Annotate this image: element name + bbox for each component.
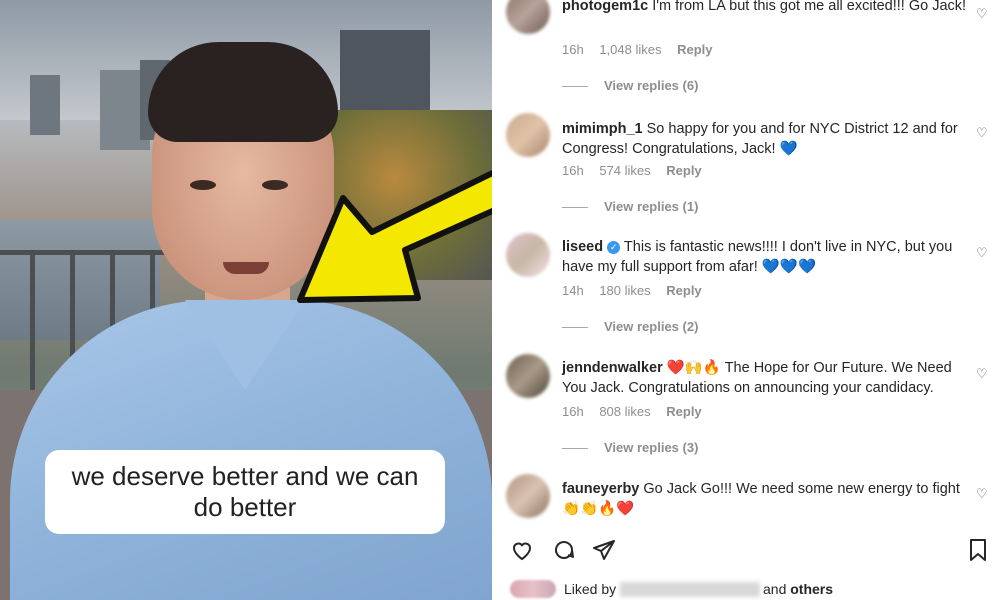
- like-heart-icon[interactable]: ♡: [976, 126, 990, 140]
- comments-panel: photogem1c I'm from LA but this got me a…: [492, 0, 1000, 600]
- comment-username[interactable]: liseed: [562, 239, 603, 255]
- blurred-username[interactable]: [620, 582, 760, 597]
- comment-text: fauneyerby Go Jack Go!!! We need some ne…: [562, 479, 967, 519]
- bookmark-icon[interactable]: [964, 538, 992, 566]
- comment-text: jenndenwalker ❤️🙌🔥 The Hope for Our Futu…: [562, 358, 967, 398]
- avatar[interactable]: [506, 0, 550, 34]
- post-action-bar: [492, 538, 1000, 568]
- liker-avatars[interactable]: [510, 580, 556, 598]
- like-heart-icon[interactable]: ♡: [976, 246, 990, 260]
- reply-link[interactable]: Reply: [666, 163, 701, 178]
- comment-username[interactable]: fauneyerby: [562, 481, 639, 497]
- comment-username[interactable]: mimimph_1: [562, 121, 643, 137]
- comment-text: liseed ✓ This is fantastic news!!!! I do…: [562, 237, 967, 277]
- comment-time: 16h: [562, 163, 584, 178]
- comment-time: 16h: [562, 42, 584, 57]
- comment-text: mimimph_1 So happy for you and for NYC D…: [562, 119, 967, 159]
- like-heart-icon[interactable]: ♡: [976, 487, 990, 501]
- view-replies-link[interactable]: View replies (1): [562, 199, 698, 214]
- liked-by-suffix-text[interactable]: and others: [763, 581, 833, 597]
- comment-meta: 16h 808 likes Reply: [562, 404, 714, 419]
- comment-username[interactable]: jenndenwalker: [562, 360, 663, 376]
- view-replies-link[interactable]: View replies (3): [562, 440, 698, 455]
- comment-time: 14h: [562, 283, 584, 298]
- like-heart-icon[interactable]: ♡: [976, 7, 990, 21]
- liked-by-row: Liked by and others: [492, 578, 1000, 600]
- comment-meta: 16h 574 likes Reply: [562, 163, 714, 178]
- comment-time: 16h: [562, 404, 584, 419]
- reply-link[interactable]: Reply: [666, 283, 701, 298]
- reply-link[interactable]: Reply: [677, 42, 712, 57]
- comment-likes[interactable]: 574 likes: [599, 163, 650, 178]
- avatar[interactable]: [506, 354, 550, 398]
- avatar[interactable]: [506, 113, 550, 157]
- avatar[interactable]: [506, 474, 550, 518]
- comment-likes[interactable]: 808 likes: [599, 404, 650, 419]
- comment-likes[interactable]: 180 likes: [599, 283, 650, 298]
- liked-by-prefix: Liked by: [564, 581, 617, 597]
- comment-username[interactable]: photogem1c: [562, 0, 648, 14]
- view-replies-link[interactable]: View replies (2): [562, 319, 698, 334]
- comment-text: photogem1c I'm from LA but this got me a…: [562, 0, 967, 16]
- heart-outline-icon[interactable]: [508, 538, 536, 566]
- screenshot-composite: we deserve better and we can do better p…: [0, 0, 1000, 600]
- like-heart-icon[interactable]: ♡: [976, 367, 990, 381]
- avatar[interactable]: [506, 233, 550, 277]
- view-replies-link[interactable]: View replies (6): [562, 78, 698, 93]
- comment-bubble-icon[interactable]: [550, 538, 578, 566]
- reply-link[interactable]: Reply: [666, 404, 701, 419]
- comment-likes[interactable]: 1,048 likes: [599, 42, 661, 57]
- comment-meta: 14h 180 likes Reply: [562, 283, 714, 298]
- others-link[interactable]: others: [790, 581, 833, 597]
- comment-body: This is fantastic news!!!! I don't live …: [562, 239, 953, 275]
- comment-meta: 16h 1,048 likes Reply: [562, 42, 725, 57]
- paper-plane-icon[interactable]: [590, 538, 618, 566]
- verified-badge-icon: ✓: [607, 240, 621, 254]
- comment-body: I'm from LA but this got me all excited!…: [652, 0, 967, 14]
- liked-by-suffix[interactable]: and others: [763, 581, 833, 597]
